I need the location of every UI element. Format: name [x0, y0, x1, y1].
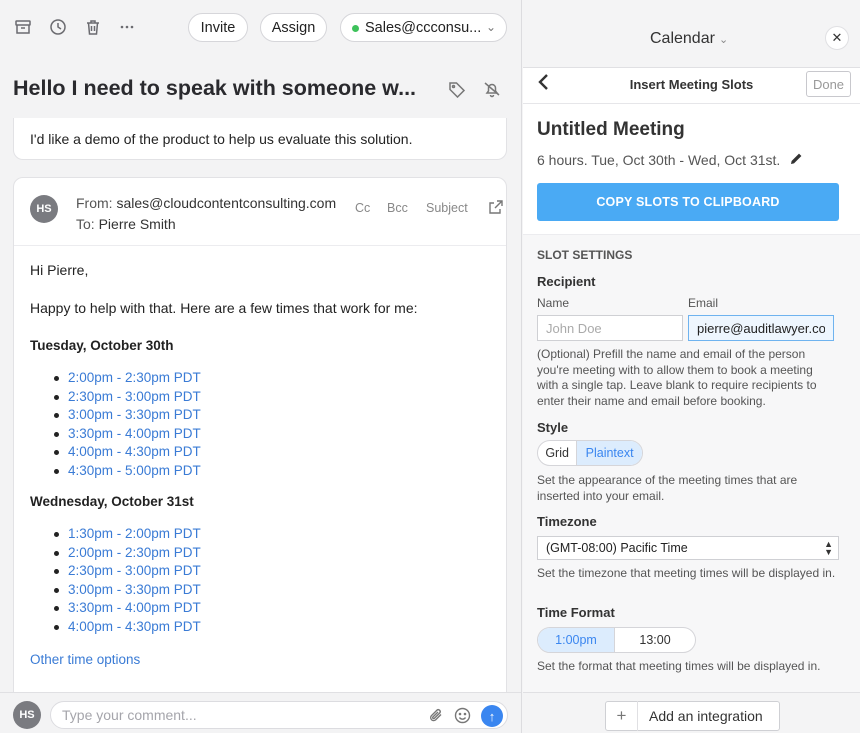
previous-message-text: I'd like a demo of the product to help u… — [30, 131, 413, 147]
inbox-label: Sales@ccconsu... — [365, 19, 482, 36]
from-value[interactable]: sales@cloudcontentconsulting.com — [116, 195, 336, 211]
plus-icon: + — [606, 701, 638, 731]
paperclip-icon[interactable] — [426, 705, 446, 725]
time-slot-link[interactable]: 2:30pm - 3:00pm PDT — [54, 563, 201, 578]
time-format-label: Time Format — [537, 605, 615, 620]
time-slot-link[interactable]: 3:30pm - 4:00pm PDT — [54, 426, 201, 441]
time-slot-link[interactable]: 4:30pm - 5:00pm PDT — [54, 463, 201, 478]
conversation-pane: Invite Assign Sales@ccconsu... ⌄ Hello I… — [0, 0, 522, 733]
select-arrows-icon: ▲ ▼ — [824, 539, 833, 557]
time-slot-link[interactable]: 4:00pm - 4:30pm PDT — [54, 444, 201, 459]
time-slot-link[interactable]: 3:00pm - 3:30pm PDT — [54, 582, 201, 597]
trash-icon[interactable] — [82, 16, 104, 38]
conversation-toolbar: Invite Assign Sales@ccconsu... ⌄ — [0, 0, 521, 54]
chevron-down-icon: ⌄ — [718, 34, 729, 46]
day-heading: Wednesday, October 31st — [30, 494, 194, 509]
archive-icon[interactable] — [12, 16, 34, 38]
section-heading: SLOT SETTINGS — [537, 248, 633, 262]
calendar-panel: Calendar ⌄ ✕ Insert Meeting Slots Done Un… — [523, 0, 860, 733]
panel-subheader: Insert Meeting Slots Done — [523, 68, 860, 104]
assign-button[interactable]: Assign — [260, 13, 327, 42]
ellipsis-icon[interactable] — [116, 16, 138, 38]
timezone-help: Set the timezone that meeting times will… — [537, 566, 836, 580]
close-button[interactable]: ✕ — [825, 26, 849, 50]
meeting-title[interactable]: Untitled Meeting — [537, 119, 685, 141]
style-option-grid[interactable]: Grid — [538, 441, 578, 465]
comment-bar: HS ↑ — [0, 692, 521, 733]
recipient-help: (Optional) Prefill the name and email of… — [537, 347, 817, 408]
popout-icon[interactable] — [488, 199, 504, 218]
meeting-when-text: 6 hours. Tue, Oct 30th - Wed, Oct 31st. — [537, 152, 781, 168]
meeting-summary: 6 hours. Tue, Oct 30th - Wed, Oct 31st. — [537, 152, 803, 168]
close-icon: ✕ — [831, 30, 843, 45]
recipient-label: Recipient — [537, 274, 596, 289]
avatar: HS — [13, 701, 41, 729]
inbox-selector[interactable]: Sales@ccconsu... ⌄ — [340, 13, 507, 42]
day-heading: Tuesday, October 30th — [30, 338, 174, 353]
bell-off-icon[interactable] — [481, 78, 503, 100]
done-button[interactable]: Done — [806, 71, 851, 97]
cc-button[interactable]: Cc — [355, 201, 370, 215]
time-slot-link[interactable]: 3:00pm - 3:30pm PDT — [54, 407, 201, 422]
draft-message: HS From: sales@cloudcontentconsulting.co… — [13, 177, 507, 697]
to-row: To: Pierre Smith — [76, 216, 176, 232]
slot-settings: SLOT SETTINGS Recipient Name Email (Opti… — [523, 234, 860, 692]
copy-slots-button[interactable]: COPY SLOTS TO CLIPBOARD — [537, 183, 839, 221]
time-format-help: Set the format that meeting times will b… — [537, 659, 821, 673]
time-format-24h[interactable]: 13:00 — [615, 628, 695, 652]
message-header: HS From: sales@cloudcontentconsulting.co… — [14, 178, 506, 246]
time-slot-link[interactable]: 4:00pm - 4:30pm PDT — [54, 619, 201, 634]
emoji-icon[interactable] — [452, 705, 472, 725]
other-time-options-link[interactable]: Other time options — [30, 652, 140, 667]
time-slot-link[interactable]: 2:30pm - 3:00pm PDT — [54, 389, 201, 404]
tag-icon[interactable] — [446, 78, 468, 100]
calendar-title: Calendar — [650, 30, 715, 47]
subject-button[interactable]: Subject — [426, 201, 468, 215]
send-button[interactable]: ↑ — [481, 705, 503, 727]
bcc-button[interactable]: Bcc — [387, 201, 408, 215]
email-label: Email — [688, 296, 719, 310]
time-format-12h[interactable]: 1:00pm — [538, 628, 616, 652]
name-label: Name — [537, 296, 570, 310]
time-slot-link[interactable]: 2:00pm - 2:30pm PDT — [54, 370, 201, 385]
calendar-header: Calendar ⌄ ✕ — [523, 0, 860, 68]
chevron-down-icon: ⌄ — [485, 20, 496, 34]
name-input[interactable] — [537, 315, 683, 341]
email-input[interactable] — [688, 315, 834, 341]
style-option-plaintext[interactable]: Plaintext — [577, 441, 642, 465]
calendar-title-dropdown[interactable]: Calendar ⌄ — [650, 30, 728, 48]
add-integration-label: Add an integration — [649, 708, 763, 724]
avatar: HS — [30, 195, 58, 223]
to-value[interactable]: Pierre Smith — [99, 216, 176, 232]
from-label: From: — [76, 195, 113, 211]
style-label: Style — [537, 420, 569, 435]
from-row: From: sales@cloudcontentconsulting.com — [76, 195, 336, 211]
time-slot-link[interactable]: 3:30pm - 4:00pm PDT — [54, 600, 201, 615]
arrow-up-icon: ↑ — [488, 708, 496, 724]
style-toggle: Grid Plaintext — [537, 440, 643, 466]
timezone-label: Timezone — [537, 514, 597, 529]
clock-icon[interactable] — [47, 16, 69, 38]
panel-footer: + Add an integration — [523, 692, 860, 733]
invite-button[interactable]: Invite — [188, 13, 248, 42]
time-slot-link[interactable]: 2:00pm - 2:30pm PDT — [54, 545, 201, 560]
intro-text: Happy to help with that. Here are a few … — [30, 300, 418, 316]
conversation-subject: Hello I need to speak with someone w... — [13, 76, 417, 100]
style-help: Set the appearance of the meeting times … — [537, 473, 798, 503]
previous-message: I'd like a demo of the product to help u… — [13, 118, 507, 160]
pencil-icon[interactable] — [790, 152, 803, 168]
to-label: To: — [76, 216, 95, 232]
inbox-status-dot — [352, 25, 359, 32]
time-slot-link[interactable]: 1:30pm - 2:00pm PDT — [54, 526, 201, 541]
timezone-select[interactable]: (GMT-08:00) Pacific Time ▲ ▼ — [537, 536, 839, 560]
timezone-value: (GMT-08:00) Pacific Time — [546, 541, 688, 555]
time-format-toggle: 1:00pm 13:00 — [537, 627, 696, 653]
add-integration-button[interactable]: + Add an integration — [605, 701, 780, 731]
greeting: Hi Pierre, — [30, 262, 89, 278]
